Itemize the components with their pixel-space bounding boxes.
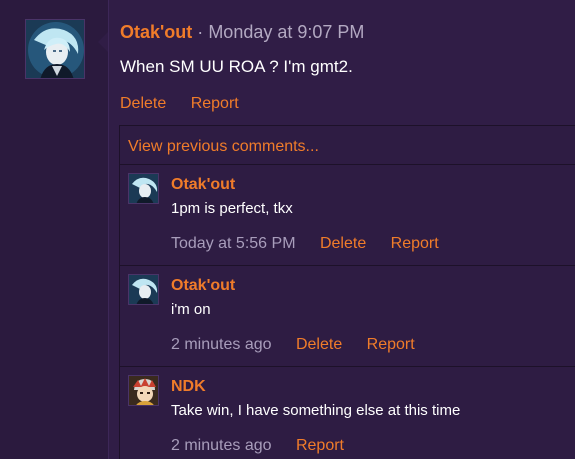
report-button[interactable]: Report [367, 336, 415, 353]
delete-button[interactable]: Delete [120, 95, 166, 112]
comment-time[interactable]: 2 minutes ago [171, 336, 272, 353]
comment-avatar[interactable] [128, 274, 159, 305]
comment: Otak'out i'm on 2 minutes ago Delete Rep… [120, 265, 575, 366]
report-button[interactable]: Report [296, 437, 344, 454]
delete-button[interactable]: Delete [296, 336, 342, 353]
comment-meta: 2 minutes ago Delete Report [171, 336, 435, 354]
comment-text: 1pm is perfect, tkx [171, 200, 293, 217]
avatar-image [26, 20, 84, 78]
post-actions: Delete Report [120, 95, 259, 113]
post-date[interactable]: Monday at 9:07 PM [208, 22, 364, 42]
comment: Otak'out 1pm is perfect, tkx Today at 5:… [120, 164, 575, 265]
avatar-image [129, 376, 158, 405]
post-pointer [98, 32, 108, 52]
post-separator: · [197, 22, 204, 42]
comment-text: i'm on [171, 301, 211, 318]
post-author[interactable]: Otak'out [120, 22, 192, 42]
view-previous-comments-link[interactable]: View previous comments... [128, 138, 319, 156]
post-header: Otak'out · Monday at 9:07 PM [120, 22, 364, 43]
avatar-image [129, 174, 158, 203]
report-button[interactable]: Report [191, 95, 239, 112]
comment-time[interactable]: Today at 5:56 PM [171, 235, 296, 252]
avatar[interactable] [25, 19, 85, 79]
comment-author[interactable]: Otak'out [171, 277, 235, 295]
report-button[interactable]: Report [391, 235, 439, 252]
comment-avatar[interactable] [128, 173, 159, 204]
comments-section: View previous comments... Otak'out 1pm i… [119, 125, 575, 459]
comment-time[interactable]: 2 minutes ago [171, 437, 272, 454]
comment-meta: Today at 5:56 PM Delete Report [171, 235, 459, 253]
comment: NDK Take win, I have something else at t… [120, 366, 575, 459]
comment-text: Take win, I have something else at this … [171, 402, 461, 419]
comment-avatar[interactable] [128, 375, 159, 406]
comment-meta: 2 minutes ago Report [171, 437, 364, 455]
avatar-image [129, 275, 158, 304]
delete-button[interactable]: Delete [320, 235, 366, 252]
comment-author[interactable]: NDK [171, 378, 206, 396]
post-message: When SM UU ROA ? I'm gmt2. [120, 57, 353, 76]
comment-author[interactable]: Otak'out [171, 176, 235, 194]
